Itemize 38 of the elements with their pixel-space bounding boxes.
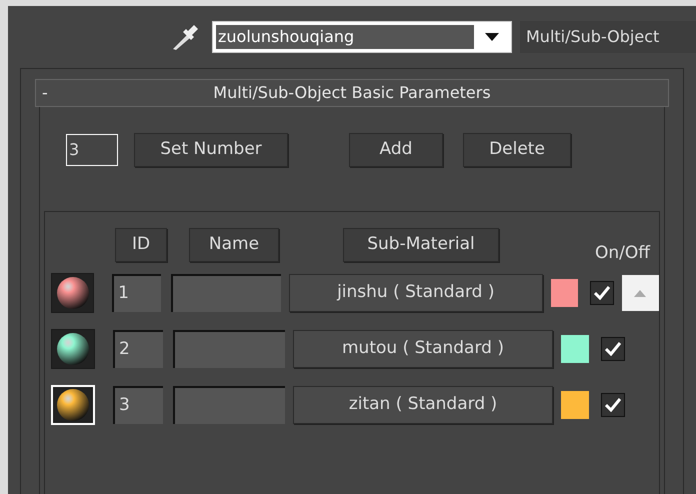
rollout-header[interactable]: - Multi/Sub-Object Basic Parameters: [35, 79, 669, 107]
sphere-icon: [56, 388, 90, 422]
on-checkbox[interactable]: [601, 337, 625, 361]
sub-material-button[interactable]: zitan ( Standard ): [293, 386, 553, 424]
sphere-icon: [56, 332, 90, 366]
checkmark-icon: [594, 286, 610, 300]
sub-material-column-header[interactable]: Sub-Material: [343, 228, 499, 262]
name-field[interactable]: [173, 330, 285, 368]
id-column-header[interactable]: ID: [115, 228, 167, 262]
material-swatch[interactable]: [51, 273, 94, 313]
set-number-button[interactable]: Set Number: [134, 133, 288, 167]
sphere-icon: [56, 276, 90, 310]
delete-button[interactable]: Delete: [463, 133, 571, 167]
on-checkbox[interactable]: [601, 393, 625, 417]
checkmark-icon: [605, 398, 621, 412]
dropdown-arrow-icon[interactable]: [485, 33, 499, 41]
name-field[interactable]: [173, 386, 285, 424]
sub-material-button[interactable]: mutou ( Standard ): [293, 330, 553, 368]
color-swatch[interactable]: [561, 335, 589, 363]
collapse-toggle[interactable]: -: [36, 81, 56, 105]
name-field[interactable]: [171, 274, 281, 312]
up-arrow-icon: [634, 290, 646, 296]
name-column-header[interactable]: Name: [189, 228, 279, 262]
id-field[interactable]: 1: [112, 274, 162, 312]
id-field[interactable]: 2: [113, 330, 163, 368]
id-field[interactable]: 3: [113, 386, 163, 424]
rollout-title: Multi/Sub-Object Basic Parameters: [212, 82, 492, 104]
on-off-header: On/Off: [595, 242, 650, 264]
sub-material-button[interactable]: jinshu ( Standard ): [288, 274, 543, 312]
material-type-button[interactable]: Multi/Sub-Object: [520, 21, 696, 53]
color-swatch[interactable]: [561, 391, 589, 419]
color-swatch[interactable]: [550, 279, 578, 307]
checkmark-icon: [605, 342, 621, 356]
material-swatch[interactable]: [51, 329, 95, 369]
material-name-field[interactable]: zuolunshouqiang: [212, 21, 512, 53]
add-button[interactable]: Add: [349, 133, 443, 167]
on-checkbox[interactable]: [590, 281, 614, 305]
count-field[interactable]: 3: [66, 134, 118, 166]
